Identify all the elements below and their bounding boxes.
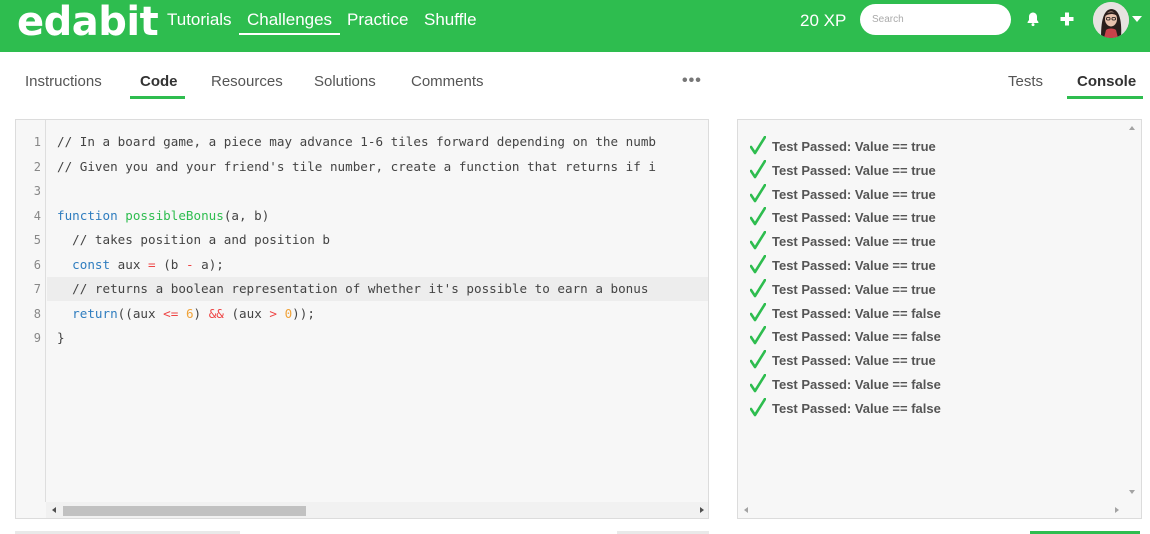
scroll-left-icon[interactable] <box>52 507 56 513</box>
tab-instructions[interactable]: Instructions <box>25 73 102 91</box>
tab-code[interactable]: Code <box>140 73 178 91</box>
bell-icon[interactable] <box>1025 11 1041 27</box>
checkmark-icon <box>750 159 766 179</box>
test-result-text: Test Passed: Value == false <box>772 377 941 392</box>
scroll-right-icon[interactable] <box>700 507 704 513</box>
nav-shuffle[interactable]: Shuffle <box>424 10 477 30</box>
edabit-logo[interactable]: edabit <box>17 0 159 45</box>
scroll-left-icon[interactable] <box>744 507 748 513</box>
vertical-scrollbar[interactable] <box>1124 120 1141 502</box>
scrollbar-thumb[interactable] <box>63 506 306 516</box>
tab-solutions[interactable]: Solutions <box>314 73 376 91</box>
code-editor[interactable]: 1 2 3 4 5 6 7 8 9 // In a board game, a … <box>15 119 709 519</box>
code-line: return((aux <= 6) && (aux > 0)); <box>72 306 315 321</box>
line-number: 1 <box>33 135 41 149</box>
checkmark-icon <box>750 278 766 298</box>
tab-console-indicator <box>1067 96 1143 99</box>
test-result-text: Test Passed: Value == true <box>772 234 936 250</box>
checkmark-icon <box>750 397 766 417</box>
checkmark-icon <box>750 255 766 274</box>
checkmark-icon <box>750 207 766 226</box>
checkmark-icon <box>750 326 766 345</box>
checkmark-icon <box>750 183 766 202</box>
line-number: 6 <box>33 258 41 272</box>
code-line: // takes position a and position b <box>57 232 330 247</box>
code-line: function possibleBonus(a, b) <box>57 208 270 223</box>
line-number: 3 <box>33 184 41 198</box>
code-line: // Given you and your friend's tile numb… <box>57 159 656 174</box>
tab-tests[interactable]: Tests <box>1008 73 1043 91</box>
horizontal-scrollbar[interactable] <box>46 502 708 518</box>
test-result-text: Test Passed: Value == false <box>772 329 941 345</box>
line-number: 9 <box>33 331 41 345</box>
test-result-text: Test Passed: Value == true <box>772 186 936 202</box>
tab-console[interactable]: Console <box>1077 73 1136 91</box>
chevron-down-icon[interactable] <box>1132 16 1142 22</box>
tab-resources[interactable]: Resources <box>211 73 283 91</box>
test-result-text: Test Passed: Value == true <box>772 281 936 297</box>
line-number: 4 <box>33 209 41 223</box>
line-number: 8 <box>33 307 41 321</box>
line-number: 2 <box>33 160 41 174</box>
horizontal-scrollbar[interactable] <box>738 502 1125 518</box>
tab-code-indicator <box>130 96 185 99</box>
scroll-up-icon[interactable] <box>1129 126 1135 130</box>
checkmark-icon <box>750 350 766 369</box>
nav-practice[interactable]: Practice <box>347 10 408 30</box>
checkmark-icon <box>750 302 766 321</box>
checkmark-icon <box>750 374 766 393</box>
top-navbar: edabit Tutorials Challenges Practice Shu… <box>0 0 1150 52</box>
more-options-icon[interactable]: ••• <box>682 72 702 90</box>
avatar-image <box>1093 2 1129 38</box>
test-result-text: Test Passed: Value == true <box>772 139 936 154</box>
test-result-text: Test Passed: Value == true <box>772 258 936 273</box>
code-line: } <box>57 330 65 345</box>
nav-challenges[interactable]: Challenges <box>239 10 341 35</box>
nav-tutorials[interactable]: Tutorials <box>167 10 232 30</box>
plus-icon[interactable] <box>1059 11 1075 27</box>
search-input[interactable] <box>860 4 1011 35</box>
test-result-text: Test Passed: Value == true <box>772 210 936 226</box>
line-number: 5 <box>33 233 41 247</box>
scroll-down-icon[interactable] <box>1129 490 1135 494</box>
checkmark-icon <box>750 136 766 155</box>
scroll-right-icon[interactable] <box>1115 507 1119 513</box>
code-line: // returns a boolean representation of w… <box>57 281 649 296</box>
code-line: const aux = (b - a); <box>72 257 224 272</box>
line-number-gutter: 1 2 3 4 5 6 7 8 9 <box>16 120 46 502</box>
test-result-text: Test Passed: Value == false <box>772 400 941 416</box>
console-panel: Test Passed: Value == true Test Passed: V… <box>737 119 1142 519</box>
avatar[interactable] <box>1093 2 1129 38</box>
test-result-text: Test Passed: Value == true <box>772 162 936 178</box>
line-number: 7 <box>33 282 41 296</box>
tab-comments[interactable]: Comments <box>411 73 484 91</box>
test-result-text: Test Passed: Value == true <box>772 353 936 369</box>
test-result-text: Test Passed: Value == false <box>772 305 941 321</box>
code-line: // In a board game, a piece may advance … <box>57 134 656 149</box>
checkmark-icon <box>750 231 766 250</box>
xp-counter: 20 XP <box>800 11 847 30</box>
